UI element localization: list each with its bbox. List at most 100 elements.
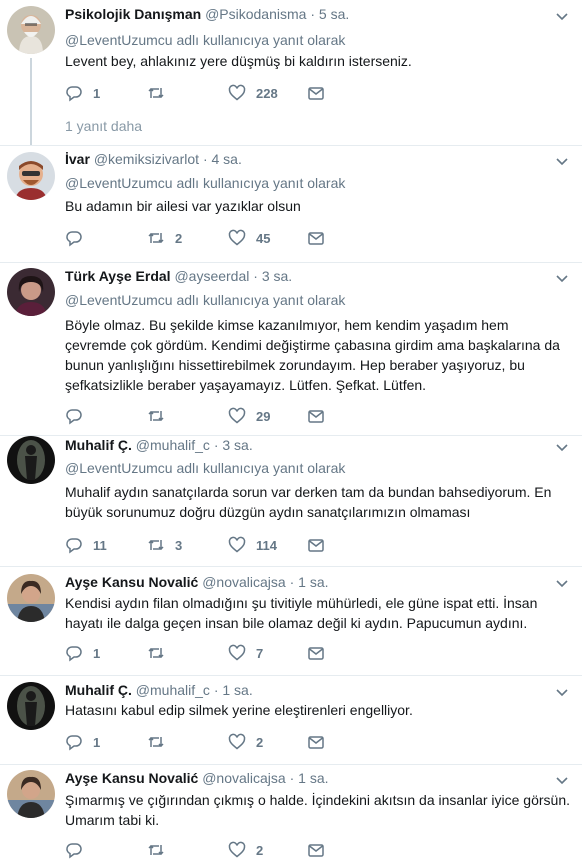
tweet[interactable]: Türk Ayşe Erdal @ayseerdal · 3 sa. @Leve… [0, 263, 582, 435]
retweet-button[interactable] [147, 406, 175, 426]
retweet-icon [148, 647, 164, 659]
author-handle[interactable]: @novalicajsa [202, 574, 285, 590]
message-button[interactable] [307, 406, 325, 426]
envelope-icon [308, 87, 324, 100]
avatar[interactable] [7, 436, 55, 484]
author-name[interactable]: Psikolojik Danışman [65, 6, 201, 22]
tweet-text: Böyle olmaz. Bu şekilde kimse kazanılmıy… [65, 317, 560, 393]
heart-icon [228, 84, 246, 101]
tweet[interactable]: Ayşe Kansu Novalić @novalicajsa · 1 sa. … [0, 765, 582, 861]
chevron-down-icon[interactable] [554, 575, 570, 591]
retweet-button[interactable]: 2 [147, 228, 182, 248]
reply-button[interactable] [65, 840, 93, 860]
reply-context: @LeventUzumcu adlı kullanıcıya yanıt ola… [65, 32, 346, 48]
reply-button[interactable]: 1 [65, 83, 100, 103]
like-button[interactable]: 228 [228, 83, 278, 103]
avatar[interactable] [7, 682, 55, 730]
reply-icon [66, 538, 82, 554]
reply-button[interactable]: 11 [65, 535, 107, 555]
reply-context: @LeventUzumcu adlı kullanıcıya yanıt ola… [65, 292, 346, 308]
heart-icon [228, 644, 246, 661]
tweet[interactable]: Muhalif Ç. @muhalif_c · 3 sa. @LeventUzu… [0, 436, 582, 566]
envelope-icon [308, 844, 324, 857]
retweet-button[interactable] [147, 840, 175, 860]
tweet[interactable]: Muhalif Ç. @muhalif_c · 1 sa. Hatasını k… [0, 676, 582, 764]
like-button[interactable]: 2 [228, 840, 263, 860]
reply-icon [66, 843, 82, 859]
avatar[interactable] [7, 6, 55, 54]
timestamp[interactable]: 3 sa. [262, 268, 292, 284]
avatar[interactable] [7, 574, 55, 622]
author-name[interactable]: Muhalif Ç. [65, 682, 132, 698]
retweet-button[interactable]: 3 [147, 535, 182, 555]
message-button[interactable] [307, 840, 325, 860]
retweet-icon [148, 410, 164, 422]
tweet-text: Şımarmış ve çığırından çıkmış o halde. İ… [65, 792, 571, 828]
reply-context: @LeventUzumcu adlı kullanıcıya yanıt ola… [65, 460, 346, 476]
message-button[interactable] [307, 535, 325, 555]
tweet[interactable]: Psikolojik Danışman @Psikodanisma · 5 sa… [0, 0, 582, 145]
timestamp[interactable]: 3 sa. [222, 437, 252, 453]
mention-link[interactable]: @LeventUzumcu [65, 460, 173, 476]
avatar[interactable] [7, 770, 55, 818]
author-name[interactable]: Muhalif Ç. [65, 437, 132, 453]
avatar[interactable] [7, 268, 55, 316]
message-button[interactable] [307, 83, 325, 103]
author-handle[interactable]: @muhalif_c [136, 682, 210, 698]
reply-icon [66, 231, 82, 247]
reply-icon [66, 409, 82, 425]
chevron-down-icon[interactable] [554, 772, 570, 788]
author-handle[interactable]: @Psikodanisma [205, 6, 306, 22]
retweet-button[interactable] [147, 83, 175, 103]
reply-icon [66, 86, 82, 102]
mention-link[interactable]: @LeventUzumcu [65, 292, 173, 308]
retweet-button[interactable] [147, 732, 175, 752]
author-handle[interactable]: @novalicajsa [202, 770, 285, 786]
reply-button[interactable]: 1 [65, 732, 100, 752]
like-button[interactable]: 2 [228, 732, 263, 752]
author-handle[interactable]: @ayseerdal [174, 268, 249, 284]
author-handle[interactable]: @kemiksizivarlot [94, 151, 199, 167]
tweet-text: Hatasını kabul edip silmek yerine eleşti… [65, 702, 413, 718]
mention-link[interactable]: @LeventUzumcu [65, 175, 173, 191]
chevron-down-icon[interactable] [554, 684, 570, 700]
envelope-icon [308, 647, 324, 660]
author-name[interactable]: Ayşe Kansu Novalić [65, 574, 198, 590]
author-name[interactable]: İvar [65, 151, 90, 167]
message-button[interactable] [307, 228, 325, 248]
retweet-icon [148, 539, 164, 551]
timestamp[interactable]: 1 sa. [298, 770, 328, 786]
like-button[interactable]: 7 [228, 643, 263, 663]
chevron-down-icon[interactable] [554, 153, 570, 169]
retweet-icon [148, 232, 164, 244]
timestamp[interactable]: 5 sa. [319, 6, 349, 22]
reply-button[interactable] [65, 406, 93, 426]
envelope-icon [308, 539, 324, 552]
chevron-down-icon[interactable] [554, 8, 570, 24]
tweet[interactable]: Ayşe Kansu Novalić @novalicajsa · 1 sa. … [0, 567, 582, 675]
mention-link[interactable]: @LeventUzumcu [65, 32, 173, 48]
heart-icon [228, 841, 246, 858]
timestamp[interactable]: 1 sa. [298, 574, 328, 590]
retweet-button[interactable] [147, 643, 175, 663]
chevron-down-icon[interactable] [554, 439, 570, 455]
chevron-down-icon[interactable] [554, 270, 570, 286]
author-name[interactable]: Ayşe Kansu Novalić [65, 770, 198, 786]
timestamp[interactable]: 4 sa. [212, 151, 242, 167]
like-button[interactable]: 114 [228, 535, 277, 555]
tweet-text: Levent bey, ahlakınız yere düşmüş bi kal… [65, 53, 412, 69]
heart-icon [228, 407, 246, 424]
message-button[interactable] [307, 643, 325, 663]
tweet[interactable]: İvar @kemiksizivarlot · 4 sa. @LeventUzu… [0, 146, 582, 262]
author-name[interactable]: Türk Ayşe Erdal [65, 268, 171, 284]
author-handle[interactable]: @muhalif_c [136, 437, 210, 453]
envelope-icon [308, 232, 324, 245]
show-more-replies[interactable]: 1 yanıt daha [65, 118, 142, 134]
timestamp[interactable]: 1 sa. [222, 682, 252, 698]
like-button[interactable]: 29 [228, 406, 270, 426]
reply-button[interactable] [65, 228, 93, 248]
reply-button[interactable]: 1 [65, 643, 100, 663]
message-button[interactable] [307, 732, 325, 752]
like-button[interactable]: 45 [228, 228, 270, 248]
avatar[interactable] [7, 152, 55, 200]
